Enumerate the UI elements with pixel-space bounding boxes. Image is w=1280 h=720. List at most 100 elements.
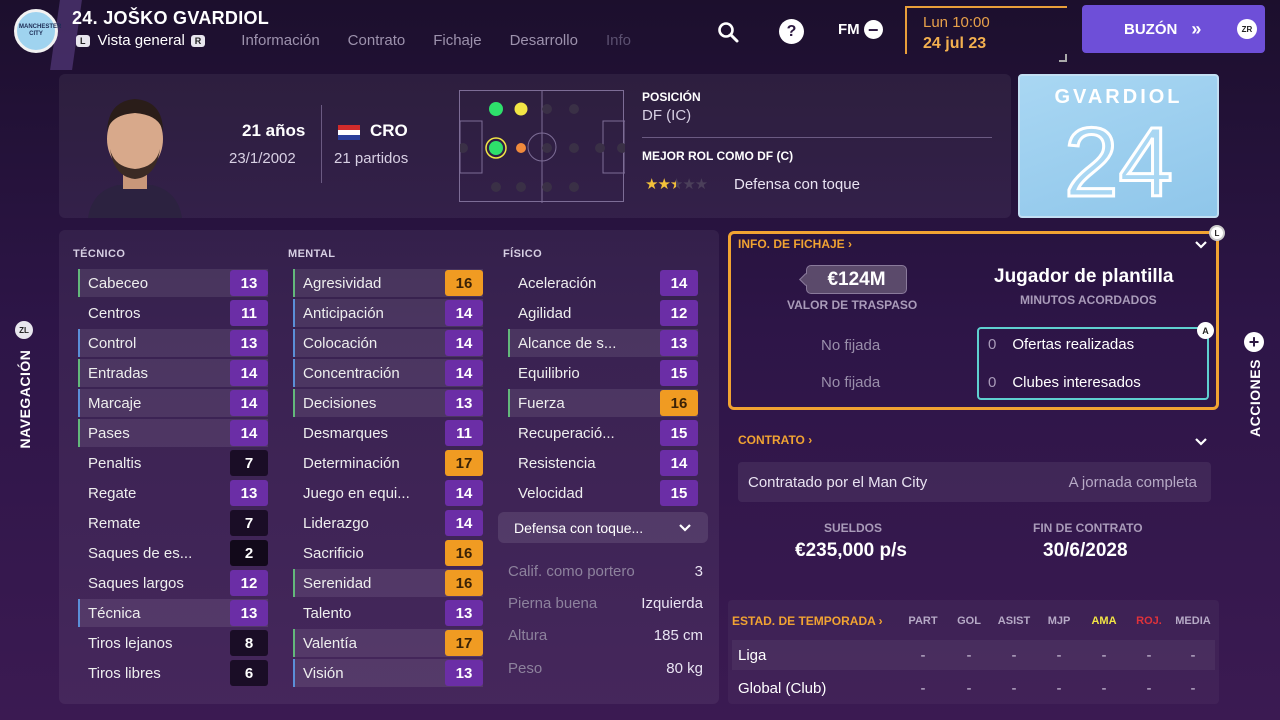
attr-value: 13: [230, 600, 268, 626]
tab-contract[interactable]: Contrato: [348, 32, 406, 49]
contract-type: A jornada completa: [1068, 473, 1197, 491]
attr-name: Tiros lejanos: [88, 634, 173, 652]
attr-name: Saques de es...: [88, 544, 193, 562]
fm-menu-button[interactable]: FM −: [838, 20, 883, 39]
attr-name: Equilibrio: [518, 364, 580, 382]
attr-row[interactable]: Tiros libres 6: [78, 659, 268, 687]
attr-row[interactable]: Talento 13: [293, 599, 483, 627]
attr-row[interactable]: Regate 13: [78, 479, 268, 507]
attr-name: Juego en equi...: [303, 484, 410, 502]
attr-row[interactable]: Agresividad 16: [293, 269, 483, 297]
attr-value: 14: [445, 300, 483, 326]
attr-value: 15: [660, 420, 698, 446]
weight-row: Peso 80 kg: [508, 660, 703, 677]
attr-name: Técnica: [88, 604, 141, 622]
navigation-toggle[interactable]: ZL NAVEGACIÓN: [8, 321, 38, 465]
attr-row[interactable]: Técnica 13: [78, 599, 268, 627]
table-row[interactable]: Liga - - - - - - -: [732, 640, 1215, 670]
zl-key-hint: ZL: [15, 321, 33, 339]
attr-value: 17: [445, 630, 483, 656]
contract-signed-by: Contratado por el Man City: [748, 473, 928, 491]
attr-row[interactable]: Cabeceo 13: [78, 269, 268, 297]
tab-overview[interactable]: Vista general: [98, 32, 185, 49]
attr-row[interactable]: Recuperació... 15: [508, 419, 698, 447]
attr-name: Recuperació...: [518, 424, 615, 442]
asking-price-unset: No fijada: [821, 374, 881, 391]
position-pitch[interactable]: [458, 90, 627, 203]
attr-value: 14: [660, 450, 698, 476]
attr-row[interactable]: Marcaje 14: [78, 389, 268, 417]
attr-row[interactable]: Resistencia 14: [508, 449, 698, 477]
divider: [642, 137, 992, 138]
attr-row[interactable]: Control 13: [78, 329, 268, 357]
club-crest[interactable]: MANCHESTER CITY: [14, 9, 61, 53]
attr-name: Determinación: [303, 454, 400, 472]
attr-row[interactable]: Aceleración 14: [508, 269, 698, 297]
attr-value: 13: [660, 330, 698, 356]
attr-row[interactable]: Visión 13: [293, 659, 483, 687]
attr-row[interactable]: Anticipación 14: [293, 299, 483, 327]
attr-row[interactable]: Concentración 14: [293, 359, 483, 387]
attr-row[interactable]: Serenidad 16: [293, 569, 483, 597]
attr-row[interactable]: Determinación 17: [293, 449, 483, 477]
attr-name: Agilidad: [518, 304, 572, 322]
search-icon[interactable]: [714, 18, 742, 46]
transfer-value-label: VALOR DE TRASPASO: [787, 298, 918, 312]
attr-row[interactable]: Colocación 14: [293, 329, 483, 357]
help-icon[interactable]: ?: [779, 19, 804, 44]
chevron-down-icon[interactable]: [1194, 240, 1208, 250]
attr-row[interactable]: Saques largos 12: [78, 569, 268, 597]
attr-row[interactable]: Juego en equi... 14: [293, 479, 483, 507]
attr-row[interactable]: Tiros lejanos 8: [78, 629, 268, 657]
tab-info-more[interactable]: Info: [606, 32, 631, 49]
attr-row[interactable]: Sacrificio 16: [293, 539, 483, 567]
attr-row[interactable]: Agilidad 12: [508, 299, 698, 327]
tab-transfer[interactable]: Fichaje: [433, 32, 481, 49]
attr-name: Saques largos: [88, 574, 184, 592]
inbox-label: BUZÓN: [1124, 20, 1178, 38]
game-clock[interactable]: Lun 10:00 24 jul 23: [905, 6, 1067, 62]
table-row[interactable]: Global (Club) - - - - - - -: [732, 673, 1215, 703]
clock-time: Lun 10:00: [923, 14, 990, 31]
technical-list: Cabeceo 13 Centros 11 Control 13 Entradas 14…: [78, 269, 268, 689]
attr-row[interactable]: Pases 14: [78, 419, 268, 447]
attr-row[interactable]: Desmarques 11: [293, 419, 483, 447]
player-nation[interactable]: CRO: [370, 121, 408, 141]
attr-row[interactable]: Saques de es... 2: [78, 539, 268, 567]
attr-value: 2: [230, 540, 268, 566]
role-select-value: Defensa con toque...: [514, 519, 644, 536]
attr-name: Aceleración: [518, 274, 597, 292]
chevron-down-icon[interactable]: [1194, 437, 1208, 447]
table-cell: -: [1011, 679, 1017, 697]
col-header: PART: [908, 615, 938, 627]
attr-row[interactable]: Fuerza 16: [508, 389, 698, 417]
gk-rating-row: Calif. como portero 3: [508, 563, 703, 580]
attr-row[interactable]: Remate 7: [78, 509, 268, 537]
attr-row[interactable]: Decisiones 13: [293, 389, 483, 417]
actions-toggle[interactable]: + ACCIONES: [1238, 330, 1272, 460]
attr-name: Penaltis: [88, 454, 142, 472]
attr-row[interactable]: Centros 11: [78, 299, 268, 327]
attr-row[interactable]: Valentía 17: [293, 629, 483, 657]
attr-value: 13: [230, 270, 268, 296]
attr-row[interactable]: Equilibrio 15: [508, 359, 698, 387]
role-select-dropdown[interactable]: Defensa con toque...: [498, 512, 708, 543]
table-cell: -: [1190, 646, 1196, 664]
tab-bar: L Vista general R Información Contrato F…: [76, 32, 659, 49]
inbox-button[interactable]: BUZÓN » ZR: [1082, 5, 1265, 53]
attr-row[interactable]: Alcance de s... 13: [508, 329, 698, 357]
season-stats-title-text: ESTAD. DE TEMPORADA: [732, 614, 876, 628]
squad-status: Jugador de plantilla: [994, 266, 1174, 287]
attr-value: 14: [445, 480, 483, 506]
attr-name: Cabeceo: [88, 274, 149, 292]
tab-info[interactable]: Información: [241, 32, 319, 49]
attr-row[interactable]: Entradas 14: [78, 359, 268, 387]
tab-development[interactable]: Desarrollo: [510, 32, 578, 49]
attr-row[interactable]: Penaltis 7: [78, 449, 268, 477]
zr-key-hint: ZR: [1237, 19, 1257, 39]
season-stats-title[interactable]: ESTAD. DE TEMPORADA ›: [732, 614, 883, 628]
attr-row[interactable]: Liderazgo 14: [293, 509, 483, 537]
contract-title[interactable]: CONTRATO ›: [738, 433, 812, 447]
transfer-info-title[interactable]: INFO. DE FICHAJE ›: [738, 237, 852, 251]
attr-row[interactable]: Velocidad 15: [508, 479, 698, 507]
